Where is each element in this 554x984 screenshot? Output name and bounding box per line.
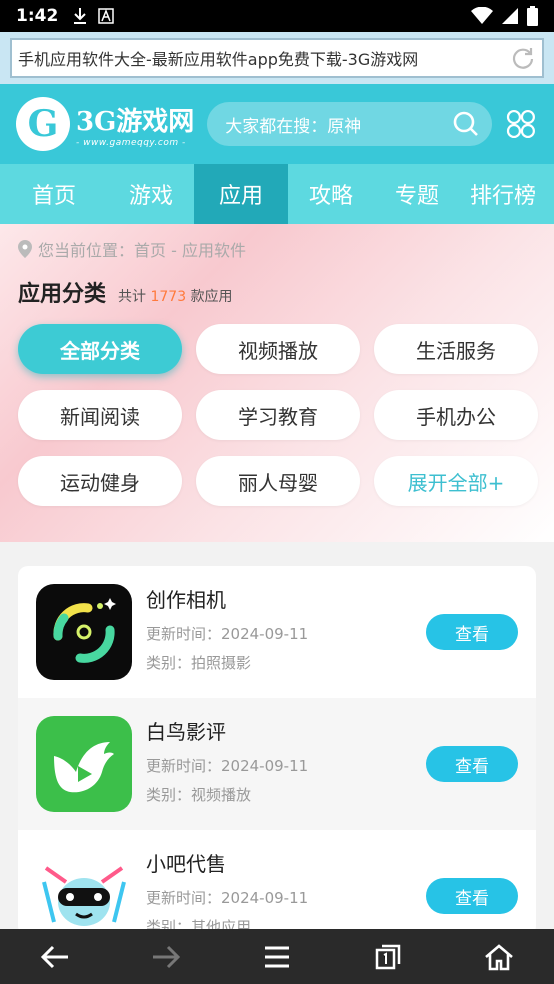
- count-prefix: 共计: [118, 289, 147, 305]
- main-nav: 首页 游戏 应用 攻略 专题 排行榜: [0, 164, 554, 224]
- tab-topics[interactable]: 专题: [374, 164, 460, 224]
- category-office[interactable]: 手机办公: [374, 390, 538, 440]
- breadcrumb-text: 您当前位置：首页 - 应用软件: [38, 241, 246, 260]
- location-pin-icon: [18, 240, 32, 258]
- list-item[interactable]: 创作相机 更新时间：2024-09-11 类别：拍照摄影 查看: [18, 566, 536, 698]
- app-updated: 更新时间：2024-09-11: [146, 624, 309, 643]
- category-all[interactable]: 全部分类: [18, 324, 182, 374]
- tab-games[interactable]: 游戏: [108, 164, 194, 224]
- status-bar: 1:42: [0, 0, 554, 32]
- url-text: 手机应用软件大全-最新应用软件app免费下载-3G游戏网: [18, 50, 419, 69]
- signal-icon: [502, 8, 518, 24]
- app-name[interactable]: 创作相机: [146, 584, 426, 613]
- app-list: 创作相机 更新时间：2024-09-11 类别：拍照摄影 查看 白鸟影评 更新时…: [18, 566, 536, 936]
- back-icon[interactable]: [35, 937, 75, 977]
- download-icon: [74, 8, 87, 24]
- category-expand-all[interactable]: 展开全部+: [374, 456, 538, 506]
- browser-bottom-bar: [0, 929, 554, 984]
- app-updated: 更新时间：2024-09-11: [146, 888, 309, 907]
- app-info: 小吧代售 更新时间：2024-09-11 类别：其他应用: [146, 848, 426, 937]
- logo-name: 3G游戏网: [76, 106, 195, 137]
- reload-icon[interactable]: [510, 45, 536, 71]
- logo-mark-icon: G: [16, 97, 70, 151]
- browser-address-bar: 手机应用软件大全-最新应用软件app免费下载-3G游戏网: [0, 32, 554, 84]
- site-logo[interactable]: G 3G游戏网 - www.gameqqy.com -: [16, 97, 195, 151]
- count-suffix: 款应用: [190, 289, 233, 305]
- tab-rankings[interactable]: 排行榜: [460, 164, 546, 224]
- category-menu-icon[interactable]: [504, 107, 538, 141]
- category-header: 应用分类 共计 1773 款应用: [18, 274, 536, 310]
- home-icon[interactable]: [479, 937, 519, 977]
- category-sports[interactable]: 运动健身: [18, 456, 182, 506]
- app-icon-gamepad-cat[interactable]: [36, 848, 132, 936]
- tab-home[interactable]: 首页: [0, 164, 108, 224]
- battery-icon: [527, 6, 538, 26]
- category-news[interactable]: 新闻阅读: [18, 390, 182, 440]
- tabs-icon[interactable]: [368, 937, 408, 977]
- app-name[interactable]: 小吧代售: [146, 848, 426, 877]
- list-item[interactable]: 小吧代售 更新时间：2024-09-11 类别：其他应用 查看: [18, 830, 536, 936]
- app-info: 白鸟影评 更新时间：2024-09-11 类别：视频播放: [146, 716, 426, 813]
- category-panel: 您当前位置：首页 - 应用软件 应用分类 共计 1773 款应用 全部分类 视频…: [0, 224, 554, 542]
- font-a-icon: [98, 8, 115, 24]
- category-video[interactable]: 视频播放: [196, 324, 360, 374]
- tab-apps[interactable]: 应用: [194, 164, 288, 224]
- breadcrumb: 您当前位置：首页 - 应用软件: [18, 224, 536, 274]
- forward-icon[interactable]: [146, 937, 186, 977]
- search-hint: 大家都在搜：原神: [225, 116, 362, 137]
- app-name[interactable]: 白鸟影评: [146, 716, 426, 745]
- app-updated: 更新时间：2024-09-11: [146, 756, 309, 775]
- category-education[interactable]: 学习教育: [196, 390, 360, 440]
- app-icon-bird[interactable]: [36, 716, 132, 812]
- app-info: 创作相机 更新时间：2024-09-11 类别：拍照摄影: [146, 584, 426, 681]
- list-item[interactable]: 白鸟影评 更新时间：2024-09-11 类别：视频播放 查看: [18, 698, 536, 830]
- category-beauty-baby[interactable]: 丽人母婴: [196, 456, 360, 506]
- view-button[interactable]: 查看: [426, 614, 518, 650]
- app-category: 类别：视频播放: [146, 785, 252, 804]
- app-count: 共计 1773 款应用: [118, 286, 233, 310]
- tab-guides[interactable]: 攻略: [288, 164, 374, 224]
- view-button[interactable]: 查看: [426, 878, 518, 914]
- wifi-icon: [471, 7, 493, 24]
- category-life[interactable]: 生活服务: [374, 324, 538, 374]
- app-icon-camera[interactable]: [36, 584, 132, 680]
- view-button[interactable]: 查看: [426, 746, 518, 782]
- search-input[interactable]: 大家都在搜：原神: [207, 102, 493, 146]
- status-notification-icons: [72, 7, 115, 25]
- site-header: G 3G游戏网 - www.gameqqy.com - 大家都在搜：原神: [0, 84, 554, 164]
- count-number: 1773: [150, 289, 187, 305]
- category-grid: 全部分类 视频播放 生活服务 新闻阅读 学习教育 手机办公 运动健身 丽人母婴 …: [18, 324, 538, 506]
- search-icon[interactable]: [452, 110, 480, 138]
- status-time: 1:42: [16, 6, 59, 26]
- url-field[interactable]: 手机应用软件大全-最新应用软件app免费下载-3G游戏网: [10, 38, 544, 78]
- app-category: 类别：拍照摄影: [146, 653, 252, 672]
- category-title: 应用分类: [18, 276, 121, 310]
- menu-icon[interactable]: [257, 937, 297, 977]
- logo-url: - www.gameqqy.com -: [76, 137, 186, 148]
